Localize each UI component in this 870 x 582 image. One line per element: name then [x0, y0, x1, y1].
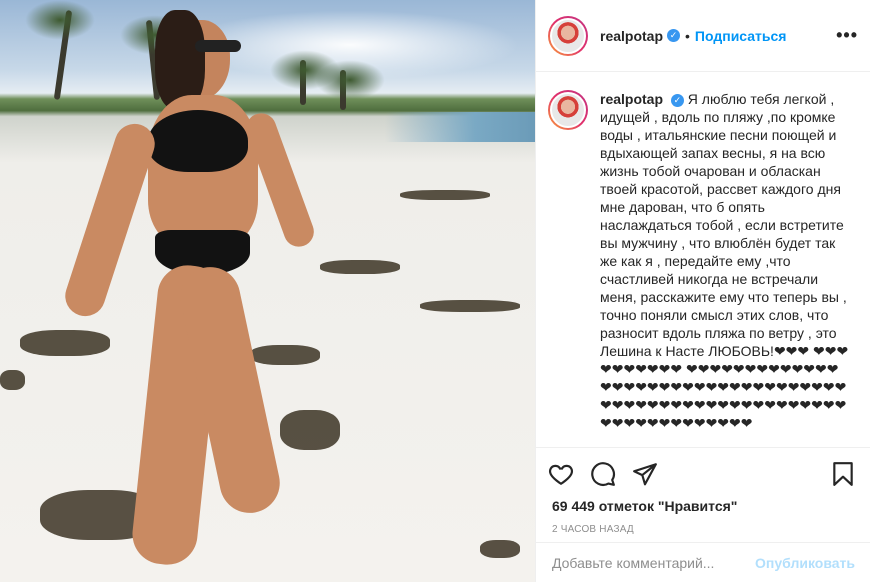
- post-timestamp[interactable]: 2 часов назад: [536, 524, 870, 535]
- seaweed: [480, 540, 520, 558]
- verified-badge-icon: ✓: [667, 29, 681, 42]
- caption-comment: realpotap ✓ Я люблю тебя легкой , идущей…: [548, 90, 854, 432]
- post-photo[interactable]: [0, 0, 535, 582]
- share-icon[interactable]: [632, 461, 660, 489]
- sunglasses: [195, 40, 241, 52]
- post-comment-button[interactable]: Опубликовать: [755, 555, 855, 571]
- comments-section[interactable]: realpotap ✓ Я люблю тебя легкой , идущей…: [536, 72, 870, 448]
- caption-username-link[interactable]: realpotap: [600, 91, 663, 107]
- post-header: realpotap ✓ • Подписаться •••: [536, 0, 870, 72]
- comment-input[interactable]: [552, 554, 756, 571]
- bikini-top: [148, 110, 248, 172]
- verified-badge-icon: ✓: [670, 93, 684, 107]
- bookmark-icon[interactable]: [830, 461, 858, 489]
- seaweed: [400, 190, 490, 200]
- likes-count[interactable]: 69 449 отметок "Нравится": [536, 498, 870, 514]
- separator-dot: •: [685, 27, 690, 44]
- sea: [385, 112, 535, 142]
- caption-text: Я люблю тебя легкой , идущей , вдоль по …: [600, 91, 851, 431]
- seaweed: [0, 370, 25, 390]
- follow-button[interactable]: Подписаться: [695, 28, 787, 44]
- comment-icon[interactable]: [590, 461, 618, 489]
- avatar[interactable]: [548, 15, 588, 56]
- seaweed: [420, 300, 520, 312]
- post-side-panel: realpotap ✓ • Подписаться ••• realpotap …: [535, 0, 870, 582]
- caption: realpotap ✓ Я люблю тебя легкой , идущей…: [600, 90, 850, 432]
- heart-icon[interactable]: [548, 461, 576, 489]
- avatar[interactable]: [548, 90, 588, 130]
- username-link[interactable]: realpotap: [600, 28, 663, 44]
- add-comment-bar: Опубликовать: [536, 542, 870, 582]
- person-figure: [60, 0, 340, 582]
- action-bar: [536, 456, 870, 494]
- more-options-icon[interactable]: •••: [836, 25, 858, 46]
- left-arm: [60, 118, 160, 322]
